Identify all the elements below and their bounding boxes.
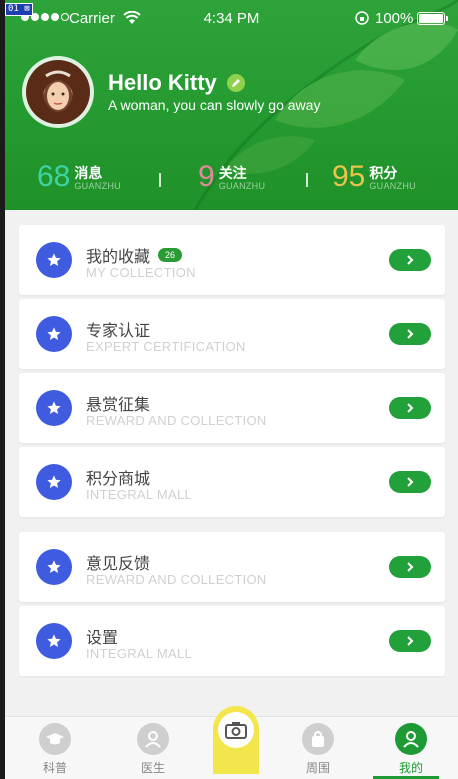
app-screen: Carrier 4:34 PM 100% Hello Kitty A woman… <box>5 0 458 779</box>
menu-subtitle: INTEGRAL MALL <box>86 646 193 661</box>
menu-title-text: 设置 <box>86 630 119 647</box>
orientation-lock-icon <box>355 11 369 25</box>
chevron-right-button[interactable] <box>389 323 431 345</box>
stat-sublabel: GUANZHU <box>218 181 266 191</box>
profile-header: Carrier 4:34 PM 100% Hello Kitty A woman… <box>5 0 458 210</box>
menu-title-text: 专家认证 <box>86 323 151 340</box>
menu-title-text: 悬赏征集 <box>86 397 151 414</box>
menu-title: 专家认证 <box>86 317 150 341</box>
menu-item-settings[interactable]: 设置 INTEGRAL MALL <box>19 606 445 676</box>
graduation-cap-icon <box>39 723 71 755</box>
profile-subtitle: A woman, you can slowly go away <box>108 97 321 113</box>
stat-divider <box>159 173 161 187</box>
edit-icon[interactable] <box>226 74 245 92</box>
tab-mine[interactable]: 我的 <box>371 723 451 776</box>
star-icon <box>36 623 72 659</box>
tab-doctor[interactable]: 医生 <box>113 723 193 776</box>
menu-item-collection[interactable]: 我的收藏 26 MY COLLECTION <box>19 225 445 295</box>
bag-icon <box>302 723 334 755</box>
stat-label: 积分 <box>369 165 398 181</box>
chevron-right-button[interactable] <box>389 630 431 652</box>
menu-subtitle: EXPERT CERTIFICATION <box>86 339 246 354</box>
menu-title-text: 我的收藏 <box>86 249 151 266</box>
status-bar: Carrier 4:34 PM 100% <box>5 0 458 36</box>
menu-item-expert-certification[interactable]: 专家认证 EXPERT CERTIFICATION <box>19 299 445 369</box>
menu-title: 意见反馈 <box>86 550 150 574</box>
menu-title: 悬赏征集 <box>86 391 150 415</box>
stat-label: 关注 <box>218 165 247 181</box>
stat-following[interactable]: 9 关注 GUANZHU <box>198 160 265 194</box>
menu-subtitle: REWARD AND COLLECTION <box>86 413 267 428</box>
menu-title-text: 意见反馈 <box>86 556 151 573</box>
chevron-right-button[interactable] <box>389 471 431 493</box>
tab-nearby[interactable]: 周围 <box>278 723 358 776</box>
menu-item-feedback[interactable]: 意见反馈 REWARD AND COLLECTION <box>19 532 445 602</box>
menu-item-integral-mall[interactable]: 积分商城 INTEGRAL MALL <box>19 447 445 517</box>
chevron-right-button[interactable] <box>389 249 431 271</box>
avatar[interactable] <box>22 56 94 128</box>
stat-value: 95 <box>332 160 366 193</box>
avatar-image <box>26 60 90 124</box>
stat-divider <box>306 173 308 187</box>
menu-title: 设置 <box>86 624 118 648</box>
stats-row: 68 消息 GUANZHU 9 关注 GUANZHU 95 积分 GUANZHU <box>5 160 458 200</box>
stat-messages[interactable]: 68 消息 GUANZHU <box>37 160 121 194</box>
star-icon <box>36 549 72 585</box>
tab-label: 我的 <box>398 761 423 775</box>
menu-subtitle: REWARD AND COLLECTION <box>86 572 267 587</box>
greeting-text: Hello Kitty <box>108 70 217 95</box>
chevron-right-button[interactable] <box>389 556 431 578</box>
camera-icon <box>218 712 254 748</box>
star-icon <box>36 316 72 352</box>
user-icon <box>395 723 427 755</box>
menu-subtitle: MY COLLECTION <box>86 265 196 280</box>
stat-label: 消息 <box>74 165 103 181</box>
star-icon <box>36 464 72 500</box>
count-badge: 26 <box>158 248 183 262</box>
profile-greeting: Hello Kitty <box>108 70 245 96</box>
stat-sublabel: GUANZHU <box>369 181 416 191</box>
camera-button[interactable] <box>213 706 259 774</box>
battery-icon <box>417 12 448 25</box>
tab-label: 周围 <box>305 761 330 775</box>
menu-title: 我的收藏 26 <box>86 243 183 267</box>
menu-item-reward-collection[interactable]: 悬赏征集 REWARD AND COLLECTION <box>19 373 445 443</box>
stat-value: 68 <box>37 160 71 193</box>
tab-science[interactable]: 科普 <box>15 723 95 776</box>
chevron-right-button[interactable] <box>389 397 431 419</box>
star-icon <box>36 390 72 426</box>
stat-value: 9 <box>198 160 215 193</box>
tab-label: 科普 <box>42 761 67 775</box>
tab-label: 医生 <box>140 761 165 775</box>
stat-points[interactable]: 95 积分 GUANZHU <box>332 160 416 194</box>
menu-subtitle: INTEGRAL MALL <box>86 487 193 502</box>
stat-sublabel: GUANZHU <box>74 181 121 191</box>
battery-percent: 100% <box>375 10 414 27</box>
menu-title: 积分商城 <box>86 465 150 489</box>
doctor-icon <box>137 723 169 755</box>
debug-badge: 01 ⊠ <box>5 3 33 16</box>
star-icon <box>36 242 72 278</box>
menu-title-text: 积分商城 <box>86 471 151 488</box>
